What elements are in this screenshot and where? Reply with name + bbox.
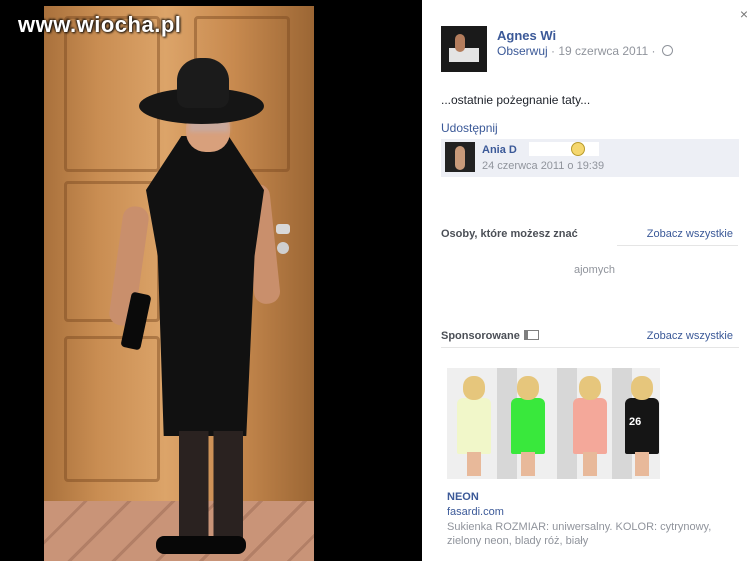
author-name[interactable]: Agnes Wi bbox=[497, 28, 556, 43]
sponsored-title: Sponsorowane bbox=[441, 330, 539, 342]
comment-date[interactable]: 24 czerwca 2011 o 19:39 bbox=[482, 160, 604, 172]
avatar-chair bbox=[449, 48, 479, 62]
black-dress bbox=[146, 136, 264, 436]
people-you-may-know-title: Osoby, które możesz znać bbox=[441, 228, 578, 240]
name-redaction bbox=[529, 142, 599, 156]
model-legs bbox=[521, 452, 535, 476]
dress-model bbox=[509, 376, 547, 476]
commenter-name[interactable]: Ania D bbox=[482, 144, 517, 156]
door-knob bbox=[277, 242, 289, 254]
megaphone-icon bbox=[523, 330, 539, 340]
ad-domain[interactable]: fasardi.com bbox=[447, 506, 504, 518]
model-legs bbox=[635, 452, 649, 476]
post-text: ...ostatnie pożegnanie taty... bbox=[441, 93, 591, 107]
model-hair bbox=[579, 376, 601, 400]
door-handle bbox=[276, 224, 290, 234]
author-avatar[interactable] bbox=[441, 26, 487, 72]
post-date[interactable]: · 19 czerwca 2011 · bbox=[551, 44, 656, 58]
post-photo[interactable] bbox=[44, 6, 314, 561]
commenter-avatar[interactable] bbox=[445, 142, 475, 172]
dress-model bbox=[455, 376, 493, 476]
model-legs bbox=[467, 452, 481, 476]
post-meta: Obserwuj · 19 czerwca 2011 · bbox=[497, 44, 673, 58]
mutual-friends-text: ajomych bbox=[574, 264, 615, 276]
smiley-icon bbox=[571, 142, 585, 156]
comment: Ania D 24 czerwca 2011 o 19:39 bbox=[441, 139, 739, 177]
model-hair bbox=[631, 376, 653, 400]
avatar-person bbox=[455, 34, 465, 52]
share-link[interactable]: Udostępnij bbox=[441, 121, 498, 135]
site-watermark: www.wiocha.pl bbox=[18, 12, 182, 37]
divider bbox=[441, 347, 739, 348]
model-dress bbox=[457, 398, 491, 454]
close-icon[interactable]: × bbox=[740, 6, 748, 22]
avatar-person bbox=[455, 146, 465, 170]
dress-number: 26 bbox=[629, 416, 642, 428]
figure-legs bbox=[179, 431, 243, 541]
sponsored-label: Sponsorowane bbox=[441, 330, 520, 342]
follow-link[interactable]: Obserwuj bbox=[497, 44, 548, 58]
ad-image[interactable]: 26 bbox=[447, 368, 660, 479]
post-side-panel: × Agnes Wi Obserwuj · 19 czerwca 2011 · … bbox=[422, 0, 750, 561]
ad-description: Sukienka ROZMIAR: uniwersalny. KOLOR: cy… bbox=[447, 521, 712, 547]
model-hair bbox=[463, 376, 485, 400]
door-panel bbox=[64, 336, 160, 482]
photo-viewer: www.wiocha.pl bbox=[0, 0, 422, 561]
globe-icon[interactable] bbox=[661, 45, 673, 56]
hat-crown bbox=[177, 58, 229, 108]
dress-model: 26 bbox=[623, 376, 660, 476]
model-legs bbox=[583, 452, 597, 476]
divider bbox=[617, 245, 738, 246]
model-dress bbox=[511, 398, 545, 454]
dress-model bbox=[571, 376, 609, 476]
sponsored-see-all-link[interactable]: Zobacz wszystkie bbox=[647, 330, 733, 342]
door-panel bbox=[64, 16, 160, 172]
ad-title[interactable]: NEON bbox=[447, 491, 479, 503]
model-dress bbox=[573, 398, 607, 454]
people-see-all-link[interactable]: Zobacz wszystkie bbox=[647, 228, 733, 240]
figure-shoes bbox=[156, 536, 246, 554]
model-hair bbox=[517, 376, 539, 400]
